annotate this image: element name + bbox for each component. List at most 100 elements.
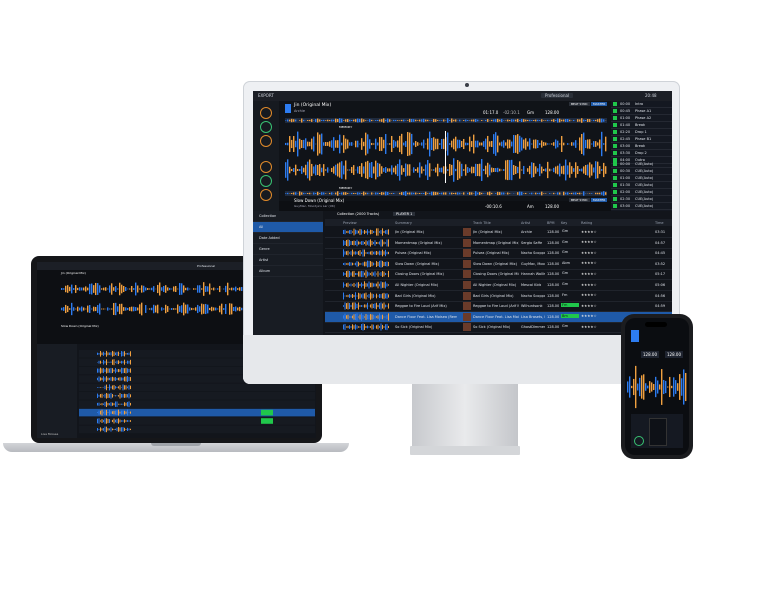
preview-bar xyxy=(359,241,361,244)
deck1-beat-sync[interactable]: BEAT SYNC xyxy=(569,102,590,106)
laptop-preview-bar xyxy=(112,368,113,374)
tree-item[interactable]: All xyxy=(253,222,323,233)
play-button-2[interactable] xyxy=(260,175,272,187)
hotcue-row[interactable]: 00:45 Phase A1 xyxy=(611,108,672,115)
column-header-cell[interactable]: Rating xyxy=(581,221,592,225)
table-row[interactable]: Slow Down (Original Mix) Slow Down (Origi… xyxy=(325,259,672,270)
waveform-bar xyxy=(361,163,363,177)
hotcue-row[interactable]: 03:00 CUE(Auto) xyxy=(611,203,672,210)
preview-bar xyxy=(373,272,374,276)
rating-stars[interactable]: ★★★★☆ xyxy=(581,240,597,244)
hotcue-row[interactable]: 02:20 Drop 1 xyxy=(611,129,672,136)
preview-bar xyxy=(377,281,379,289)
table-row[interactable]: Pulsea (Original Mix) Pulsea (Original Mi… xyxy=(325,248,672,260)
deck2-master[interactable]: MASTER xyxy=(591,198,608,202)
laptop-preview-bar xyxy=(100,360,101,364)
table-row[interactable]: Jin (Original Mix) Jin (Original Mix) Arch… xyxy=(325,227,672,238)
hotcue-row[interactable]: 03:00 Break xyxy=(611,143,672,150)
hotcue-row[interactable]: 01:00 Phase A2 xyxy=(611,115,672,122)
rating-stars[interactable]: ★★★★☆ xyxy=(581,272,597,276)
waveform-bar xyxy=(633,378,635,396)
waveform-bar xyxy=(575,162,577,178)
table-row[interactable]: All Nighter (Original Mix) All Nighter (O… xyxy=(325,280,672,291)
export-button[interactable]: EXPORT xyxy=(258,93,274,98)
hotcue-row[interactable]: 00:00 CUE(Auto) xyxy=(611,161,672,168)
waveform-bar xyxy=(559,192,561,195)
tree-item[interactable]: Genre xyxy=(253,244,323,255)
hotcue-row[interactable]: 00:00 Intro xyxy=(611,101,672,108)
waveform-bar xyxy=(449,120,451,121)
column-header-cell[interactable]: Artist xyxy=(521,221,530,225)
mode-selector[interactable]: Professional xyxy=(541,93,574,98)
deck2-overview[interactable] xyxy=(285,191,607,196)
tree-item[interactable]: Date Added xyxy=(253,233,323,244)
preview-bar xyxy=(380,260,382,268)
main-waveform[interactable] xyxy=(285,131,607,183)
waveform-bar xyxy=(161,307,163,311)
cue-button-2[interactable] xyxy=(260,189,272,201)
tree-item[interactable]: Collection xyxy=(253,211,323,222)
waveform-bar xyxy=(497,167,499,173)
rating-stars[interactable]: ★★★★☆ xyxy=(581,304,597,308)
tree-item[interactable]: Artist xyxy=(253,255,323,266)
rating-stars[interactable]: ★★★★☆ xyxy=(581,293,597,297)
column-header-cell[interactable]: Preview xyxy=(343,221,357,225)
column-header-cell[interactable]: Time xyxy=(655,221,664,225)
waveform-bar xyxy=(373,166,375,174)
rating-stars[interactable]: ★★★★☆ xyxy=(581,251,597,255)
table-row[interactable]: Bad Girls (Original Mix) Bad Girls (Origi… xyxy=(325,291,672,302)
hotcue-row[interactable]: 02:00 CUE(Auto) xyxy=(611,189,672,196)
hotcue-row[interactable]: 02:45 Phase B1 xyxy=(611,136,672,143)
cue-button-1[interactable] xyxy=(260,135,272,147)
table-row[interactable]: Momentmap (Original Mix) Momentmap (Origi… xyxy=(325,238,672,249)
hotcue-row[interactable]: 01:00 CUE(Auto) xyxy=(611,175,672,182)
preview-bar xyxy=(352,293,353,298)
waveform-bar xyxy=(339,162,341,178)
deck1-memory[interactable]: MEMORY xyxy=(339,125,352,129)
deck1-overview[interactable] xyxy=(285,118,607,123)
deck2-memory[interactable]: MEMORY xyxy=(339,186,352,190)
rating-stars[interactable]: ★★★★☆ xyxy=(581,314,597,318)
waveform-bar xyxy=(91,283,93,295)
hotcue-row[interactable]: 03:30 Drop 2 xyxy=(611,150,672,157)
column-header-cell[interactable]: BPM xyxy=(547,221,555,225)
preview-bar xyxy=(371,324,373,331)
rating-stars[interactable]: ★★★★☆ xyxy=(581,325,597,329)
tempo-knob-2[interactable] xyxy=(260,161,272,173)
tempo-knob-1[interactable] xyxy=(260,107,272,119)
table-row[interactable]: Dance Floor Feat. Lisa Moisea (Remix) Dan… xyxy=(325,311,672,323)
preview-bar xyxy=(350,262,352,266)
preview-bar xyxy=(368,239,370,246)
player-selector[interactable]: PLAYER 1 xyxy=(393,212,416,216)
tree-item[interactable]: Album xyxy=(253,266,323,277)
table-row[interactable]: So Sick (Original Mix) So Sick (Original … xyxy=(325,322,672,334)
column-header-cell[interactable]: Track Title xyxy=(473,221,491,225)
rating-stars[interactable]: ★★★★☆ xyxy=(581,261,597,265)
deck2-beat-sync[interactable]: BEAT SYNC xyxy=(569,198,590,202)
hotcue-row[interactable]: 02:30 CUE(Auto) xyxy=(611,196,672,203)
waveform-bar xyxy=(445,192,447,195)
column-header-cell[interactable]: Key xyxy=(561,221,567,225)
hotcue-row[interactable]: 00:30 CUE(Auto) xyxy=(611,168,672,175)
play-button-1[interactable] xyxy=(260,121,272,133)
phone-waveform[interactable] xyxy=(627,362,687,412)
rating-stars[interactable]: ★★★★☆ xyxy=(581,230,597,234)
column-header-cell[interactable]: Summary xyxy=(395,221,412,225)
phone-controls[interactable] xyxy=(631,414,683,448)
waveform-bar xyxy=(481,159,483,181)
hotcue-row[interactable]: 01:40 Break xyxy=(611,122,672,129)
waveform-bar xyxy=(317,118,319,123)
deck1-master[interactable]: MASTER xyxy=(591,102,608,106)
preview-bar xyxy=(377,305,379,308)
table-row[interactable]: Closing Doors (Original Mix) Closing Door… xyxy=(325,269,672,281)
hotcue-row[interactable]: 01:30 CUE(Auto) xyxy=(611,182,672,189)
phone-jog[interactable] xyxy=(649,418,667,446)
waveform-bar xyxy=(453,119,455,122)
phone-play-button[interactable] xyxy=(634,436,644,446)
waveform-bar xyxy=(561,119,563,122)
waveform-bar xyxy=(559,143,561,145)
rating-stars[interactable]: ★★★★☆ xyxy=(581,283,597,287)
laptop-preview-bar xyxy=(121,377,122,381)
preview-bar xyxy=(347,250,349,256)
table-row[interactable]: Reggae to Fire Loud (Arif Mix) Reggae to … xyxy=(325,301,672,313)
